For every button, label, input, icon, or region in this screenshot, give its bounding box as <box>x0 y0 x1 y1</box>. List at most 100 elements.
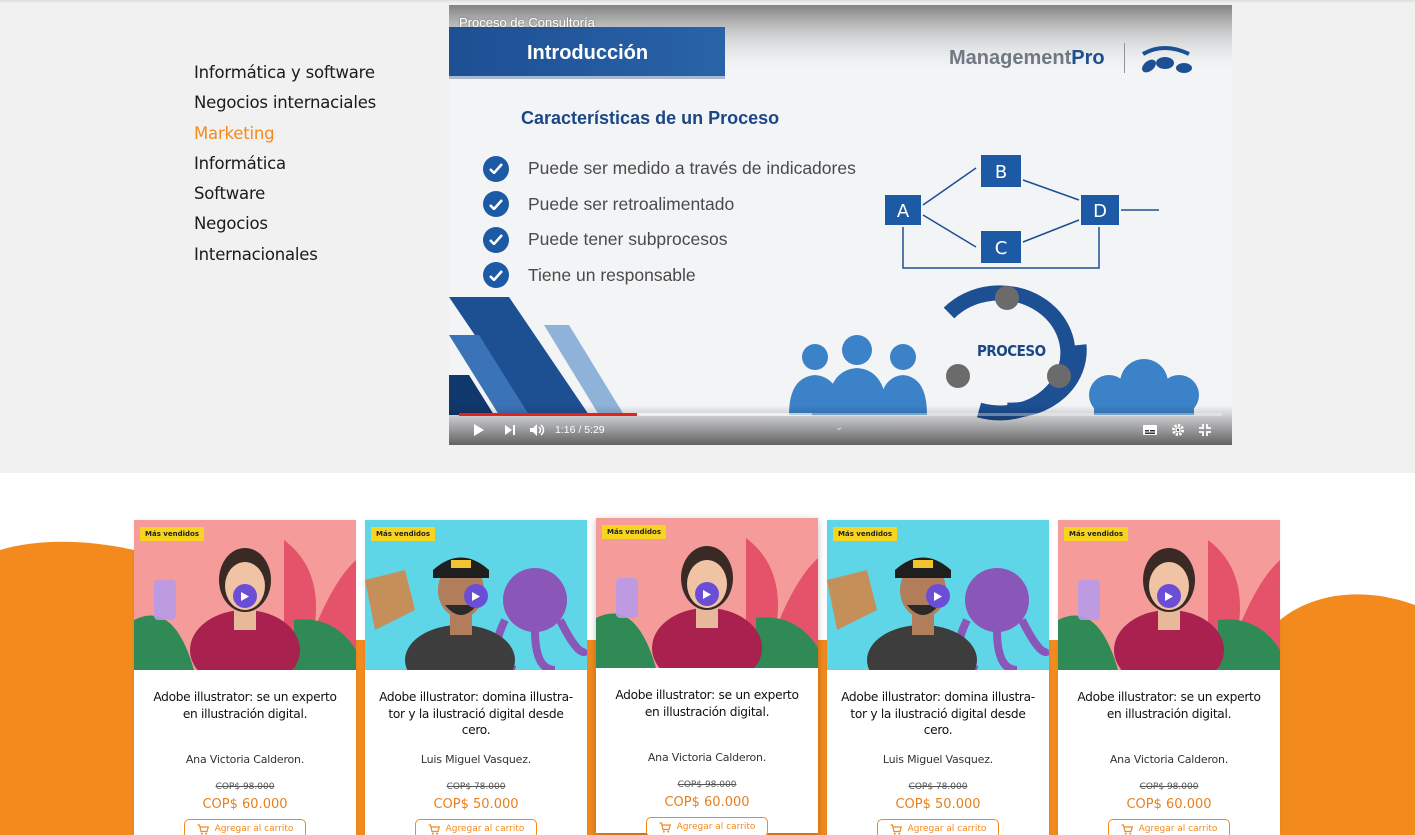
course-old-price: COP$ 78.000 <box>446 782 506 792</box>
play-icon[interactable] <box>1157 584 1181 608</box>
top-shadow <box>0 0 1415 3</box>
video-progress-bar[interactable] <box>459 413 1222 416</box>
add-to-cart-button[interactable]: Agregar al carrito <box>646 817 768 835</box>
category-item-negocios[interactable]: Negocios <box>194 209 376 239</box>
add-to-cart-button[interactable]: Agregar al carrito <box>184 819 306 835</box>
course-old-price: COP$ 98.000 <box>677 780 737 790</box>
svg-text:D: D <box>1093 201 1107 222</box>
course-title[interactable]: Adobe illustrator: se un experto en illu… <box>146 689 344 722</box>
cart-icon <box>1121 823 1133 835</box>
video-title[interactable]: Proceso de Consultoría <box>459 15 595 30</box>
add-to-cart-label: Agregar al carrito <box>907 824 987 834</box>
check-icon <box>483 226 509 253</box>
slide-header-underline <box>449 76 725 79</box>
course-card[interactable]: Más vendidos Adobe illustrator: se un ex… <box>1058 520 1280 835</box>
video-player[interactable]: A B C D Introducción Proceso de Consulto… <box>449 5 1232 445</box>
slide-bullet-text: Puede ser medido a través de indicadores <box>528 158 856 179</box>
course-price: COP$ 60.000 <box>202 797 288 812</box>
add-to-cart-button[interactable]: Agregar al carrito <box>1108 819 1230 835</box>
course-price: COP$ 50.000 <box>433 797 519 812</box>
bestseller-badge: Más vendidos <box>833 527 897 541</box>
add-to-cart-button[interactable]: Agregar al carrito <box>877 819 999 835</box>
svg-text:B: B <box>995 162 1007 183</box>
brand-logo-text: ManagementPro <box>949 47 1105 70</box>
course-title[interactable]: Adobe illustrator: domina illustra-tor y… <box>377 689 575 739</box>
volume-icon[interactable] <box>529 423 547 442</box>
cart-icon <box>197 823 209 835</box>
category-list: Informática y software Negocios internac… <box>194 58 376 270</box>
course-thumbnail[interactable]: Más vendidos <box>134 520 356 670</box>
svg-text:A: A <box>897 201 910 222</box>
brand-name-suffix: Pro <box>1071 47 1105 69</box>
slide-bullet: Tiene un responsable <box>483 258 856 294</box>
bestseller-badge: Más vendidos <box>602 525 666 539</box>
course-price: COP$ 50.000 <box>895 797 981 812</box>
course-thumbnail[interactable]: Más vendidos <box>596 518 818 668</box>
slide-subtitle: Características de un Proceso <box>521 108 780 128</box>
slide-bullet-list: Puede ser medido a través de indicadores… <box>483 151 856 293</box>
chevron-down-icon[interactable]: ⌄ <box>835 422 843 433</box>
course-card[interactable]: Más vendidos Adobe illustrator: se un ex… <box>134 520 356 835</box>
video-progress-played <box>459 413 637 416</box>
add-to-cart-label: Agregar al carrito <box>445 824 525 834</box>
exit-fullscreen-icon[interactable] <box>1198 423 1212 442</box>
course-price: COP$ 60.000 <box>1126 797 1212 812</box>
course-author: Luis Miguel Vasquez. <box>420 753 532 766</box>
course-thumbnail[interactable]: Más vendidos <box>827 520 1049 670</box>
course-card[interactable]: Más vendidos Adobe illustrator: se un ex… <box>596 518 818 835</box>
course-old-price: COP$ 98.000 <box>215 782 275 792</box>
slide-bullet: Puede ser medido a través de indicadores <box>483 151 856 187</box>
slide-header-title: Introducción <box>527 42 649 64</box>
brand-divider <box>1124 43 1125 73</box>
category-item-internacionales[interactable]: Internacionales <box>194 240 376 270</box>
play-icon[interactable] <box>695 582 719 606</box>
add-to-cart-label: Agregar al carrito <box>214 824 294 834</box>
brand-name: Management <box>949 47 1072 69</box>
play-icon[interactable] <box>464 584 488 608</box>
course-old-price: COP$ 78.000 <box>908 782 968 792</box>
cart-icon <box>428 823 440 835</box>
category-item-negocios-internaciales[interactable]: Negocios internaciales <box>194 88 376 118</box>
course-author: Ana Victoria Calderon. <box>647 751 767 764</box>
course-thumbnail[interactable]: Más vendidos <box>365 520 587 670</box>
play-icon[interactable] <box>233 584 257 608</box>
next-icon[interactable] <box>504 423 516 442</box>
category-item-software[interactable]: Software <box>194 179 376 209</box>
slide-bullet-text: Puede tener subprocesos <box>528 229 728 250</box>
course-author: Ana Victoria Calderon. <box>1109 753 1229 766</box>
add-to-cart-button[interactable]: Agregar al carrito <box>415 819 537 835</box>
course-title[interactable]: Adobe illustrator: se un experto en illu… <box>1070 689 1268 722</box>
cart-icon <box>890 823 902 835</box>
video-time: 1:16 / 5:29 <box>555 424 605 436</box>
gear-icon[interactable] <box>1171 423 1185 442</box>
brand-logo-icon <box>1142 46 1192 73</box>
cart-icon <box>659 821 671 833</box>
course-thumbnail[interactable]: Más vendidos <box>1058 520 1280 670</box>
course-card[interactable]: Más vendidos Adobe illustrator: domina i… <box>827 520 1049 835</box>
course-title[interactable]: Adobe illustrator: domina illustra-tor y… <box>839 689 1037 739</box>
course-title[interactable]: Adobe illustrator: se un experto en illu… <box>608 687 806 720</box>
slide-bullet: Puede tener subprocesos <box>483 222 856 258</box>
slide-bullet: Puede ser retroalimentado <box>483 187 856 223</box>
cycle-label: PROCESO <box>977 342 1046 360</box>
check-icon <box>483 155 509 182</box>
play-icon[interactable] <box>473 423 485 442</box>
check-icon <box>483 262 509 289</box>
add-to-cart-label: Agregar al carrito <box>676 822 756 832</box>
play-icon[interactable] <box>926 584 950 608</box>
course-author: Ana Victoria Calderon. <box>185 753 305 766</box>
category-item-informatica-software[interactable]: Informática y software <box>194 58 376 88</box>
slide-bullet-text: Puede ser retroalimentado <box>528 193 735 214</box>
add-to-cart-label: Agregar al carrito <box>1138 824 1218 834</box>
subtitles-icon[interactable] <box>1143 423 1157 441</box>
top-section: Informática y software Negocios internac… <box>0 0 1415 473</box>
course-old-price: COP$ 98.000 <box>1139 782 1199 792</box>
bestseller-badge: Más vendidos <box>371 527 435 541</box>
slide-bullet-text: Tiene un responsable <box>528 264 696 285</box>
svg-text:C: C <box>995 238 1008 259</box>
check-icon <box>483 191 509 218</box>
category-item-marketing[interactable]: Marketing <box>194 119 376 149</box>
course-price: COP$ 60.000 <box>664 795 750 810</box>
category-item-informatica[interactable]: Informática <box>194 149 376 179</box>
course-card[interactable]: Más vendidos Adobe illustrator: domina i… <box>365 520 587 835</box>
